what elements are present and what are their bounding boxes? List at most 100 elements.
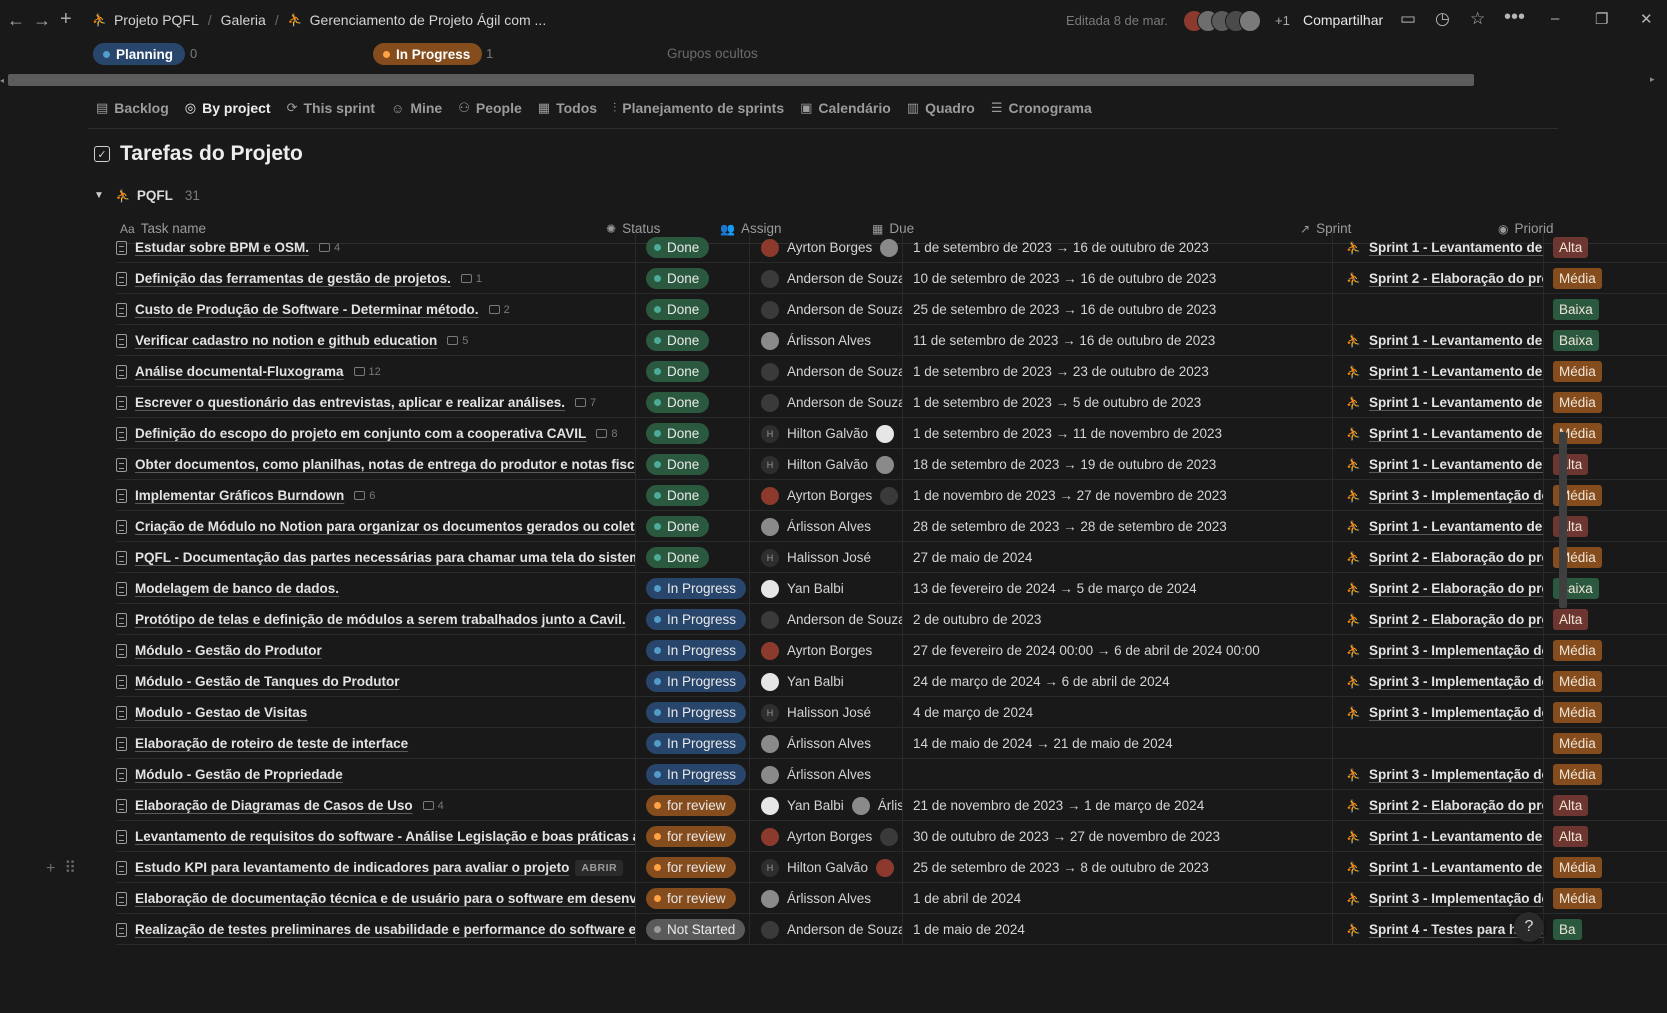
- cell-assign[interactable]: Anderson de Souza L: [751, 263, 903, 294]
- cell-status[interactable]: for review: [637, 821, 750, 852]
- tab-cronograma[interactable]: ☰ Cronograma: [991, 100, 1092, 116]
- tab-todos[interactable]: ▦ Todos: [538, 100, 597, 116]
- assignee[interactable]: Anderson de Souza L: [761, 920, 902, 939]
- horizontal-scrollbar[interactable]: [8, 74, 1474, 86]
- table-row[interactable]: PQFL - Documentação das partes necessári…: [116, 542, 1667, 573]
- table-row[interactable]: Implementar Gráficos Burndown 6 Done Ayrton…: [116, 480, 1667, 511]
- tab-planejamento-de-sprints[interactable]: ⫶ Planejamento de sprints: [613, 100, 784, 116]
- cell-sprint[interactable]: ⛹ Sprint 1 - Levantamento de R: [1334, 418, 1544, 449]
- sprint-link[interactable]: Sprint 1 - Levantamento de R: [1369, 364, 1543, 379]
- cell-due[interactable]: 21 de novembro de 2023 → 1 de março de 2…: [904, 790, 1333, 821]
- priority-tag[interactable]: Alta: [1553, 795, 1589, 816]
- assignee[interactable]: Árlisson Alves: [761, 517, 871, 536]
- cell-due[interactable]: 24 de março de 2024 → 6 de abril de 2024: [904, 666, 1333, 697]
- hidden-groups-label[interactable]: Grupos ocultos: [667, 46, 758, 61]
- assignee[interactable]: Ár: [876, 455, 902, 474]
- cell-status[interactable]: Done: [637, 542, 750, 573]
- cell-due[interactable]: 25 de setembro de 2023 → 8 de outubro de…: [904, 852, 1333, 883]
- assignee[interactable]: Árlisson Alves: [761, 734, 871, 753]
- status-badge[interactable]: Done: [646, 237, 710, 258]
- status-badge[interactable]: In Progress: [646, 671, 747, 692]
- cell-due[interactable]: 1 de setembro de 2023 → 16 de outubro de…: [904, 232, 1333, 263]
- comment-count[interactable]: 5: [447, 335, 468, 347]
- table-row[interactable]: Estudo KPI para levantamento de indicado…: [116, 852, 1667, 883]
- status-badge[interactable]: Done: [646, 423, 710, 444]
- task-name-link[interactable]: Levantamento de requisitos do software -…: [135, 829, 635, 844]
- collaborator-avatars[interactable]: [1183, 10, 1267, 32]
- cell-due[interactable]: 27 de maio de 2024: [904, 542, 1333, 573]
- cell-assign[interactable]: Anderson de Souza L: [751, 356, 903, 387]
- priority-tag[interactable]: Alta: [1553, 826, 1589, 847]
- sprint-link[interactable]: Sprint 2 - Elaboração do proj: [1369, 612, 1543, 627]
- cell-priority[interactable]: Média: [1545, 852, 1667, 883]
- cell-due[interactable]: 18 de setembro de 2023 → 19 de outubro d…: [904, 449, 1333, 480]
- cell-status[interactable]: Done: [637, 263, 750, 294]
- cell-assign[interactable]: Yan Balbi: [751, 666, 903, 697]
- table-row[interactable]: Modulo - Gestao de Visitas In Progress H Ha…: [116, 697, 1667, 728]
- task-name-link[interactable]: Estudar sobre BPM e OSM.: [135, 240, 309, 255]
- cell-sprint[interactable]: ⛹ Sprint 2 - Elaboração do proj: [1334, 573, 1544, 604]
- cell-due[interactable]: 27 de fevereiro de 2024 00:00 → 6 de abr…: [904, 635, 1333, 666]
- task-name-link[interactable]: Módulo - Gestão de Tanques do Produtor: [135, 674, 400, 689]
- table-row[interactable]: Modelagem de banco de dados. In Progress Y…: [116, 573, 1667, 604]
- cell-assign[interactable]: H Hilton Galvão Ár: [751, 449, 903, 480]
- cell-due[interactable]: 1 de setembro de 2023 → 5 de outubro de …: [904, 387, 1333, 418]
- cell-status[interactable]: for review: [637, 883, 750, 914]
- group-header[interactable]: ▼ ⛹ PQFL 31: [94, 188, 200, 203]
- task-name-link[interactable]: Elaboração de roteiro de teste de interf…: [135, 736, 408, 751]
- cell-priority[interactable]: Média: [1545, 263, 1667, 294]
- priority-tag[interactable]: Média: [1553, 702, 1602, 723]
- help-button[interactable]: ?: [1514, 912, 1544, 942]
- cell-sprint[interactable]: ⛹ Sprint 1 - Levantamento de R: [1334, 852, 1544, 883]
- cell-sprint[interactable]: ⛹ Sprint 1 - Levantamento de R: [1334, 325, 1544, 356]
- assignee[interactable]: Anderson de Souza L: [761, 269, 902, 288]
- tab-calend-rio[interactable]: ▣ Calendário: [800, 100, 891, 116]
- cell-due[interactable]: 14 de maio de 2024 → 21 de maio de 2024: [904, 728, 1333, 759]
- priority-tag[interactable]: Média: [1553, 764, 1602, 785]
- cell-priority[interactable]: Alta: [1545, 604, 1667, 635]
- priority-tag[interactable]: Média: [1553, 640, 1602, 661]
- cell-sprint[interactable]: ⛹ Sprint 3 - Implementação do: [1334, 666, 1544, 697]
- priority-tag[interactable]: Média: [1553, 857, 1602, 878]
- sprint-link[interactable]: Sprint 1 - Levantamento de R: [1369, 240, 1543, 255]
- cell-sprint[interactable]: ⛹ Sprint 3 - Implementação do: [1334, 635, 1544, 666]
- cell-assign[interactable]: H Halisson José: [751, 542, 903, 573]
- table-row[interactable]: Elaboração de roteiro de teste de interf…: [116, 728, 1667, 759]
- cell-priority[interactable]: Baixa: [1545, 294, 1667, 325]
- tab-backlog[interactable]: ▤ Backlog: [96, 100, 169, 116]
- tab-people[interactable]: ⚇ People: [458, 100, 522, 116]
- priority-tag[interactable]: Alta: [1553, 237, 1589, 258]
- sprint-link[interactable]: Sprint 1 - Levantamento de R: [1369, 395, 1543, 410]
- cell-priority[interactable]: Média: [1545, 635, 1667, 666]
- cell-status[interactable]: for review: [637, 852, 750, 883]
- task-name-link[interactable]: Análise documental-Fluxograma: [135, 364, 344, 379]
- task-name-link[interactable]: PQFL - Documentação das partes necessári…: [135, 550, 635, 565]
- cell-priority[interactable]: Ba: [1545, 914, 1667, 945]
- tab-by-project[interactable]: ◎ By project: [185, 100, 271, 116]
- priority-tag[interactable]: Baixa: [1553, 330, 1599, 351]
- cell-due[interactable]: 1 de setembro de 2023 → 23 de outubro de…: [904, 356, 1333, 387]
- priority-tag[interactable]: Alta: [1553, 609, 1589, 630]
- task-name-link[interactable]: Realização de testes preliminares de usa…: [135, 922, 635, 937]
- sprint-link[interactable]: Sprint 2 - Elaboração do proj: [1369, 271, 1543, 286]
- scroll-left-arrow-icon[interactable]: ◂: [0, 76, 4, 85]
- task-name-link[interactable]: Criação de Módulo no Notion para organiz…: [135, 519, 635, 534]
- status-badge[interactable]: Done: [646, 392, 710, 413]
- status-badge[interactable]: for review: [646, 857, 736, 878]
- task-name-link[interactable]: Protótipo de telas e definição de módulo…: [135, 612, 626, 627]
- cell-due[interactable]: [904, 759, 1333, 790]
- cell-sprint[interactable]: ⛹ Sprint 1 - Levantamento de R: [1334, 232, 1544, 263]
- status-badge[interactable]: In Progress: [646, 764, 747, 785]
- cell-sprint[interactable]: ⛹ Sprint 1 - Levantamento de R: [1334, 511, 1544, 542]
- table-row[interactable]: Estudar sobre BPM e OSM. 4 Done Ayrton Borg…: [116, 232, 1667, 263]
- sprint-link[interactable]: Sprint 3 - Implementação do: [1369, 643, 1543, 658]
- status-badge[interactable]: Done: [646, 361, 710, 382]
- task-name-link[interactable]: Custo de Produção de Software - Determin…: [135, 302, 479, 317]
- tab-mine[interactable]: ☺ Mine: [391, 100, 442, 116]
- assignee[interactable]: Yan Balbi: [761, 796, 844, 815]
- row-add-drag-handles[interactable]: + ⠿: [46, 858, 76, 878]
- cell-sprint[interactable]: ⛹ Sprint 1 - Levantamento de R: [1334, 449, 1544, 480]
- assignee[interactable]: Ay: [876, 858, 902, 877]
- cell-sprint[interactable]: ⛹ Sprint 2 - Elaboração do proj: [1334, 790, 1544, 821]
- table-row[interactable]: Escrever o questionário das entrevistas,…: [116, 387, 1667, 418]
